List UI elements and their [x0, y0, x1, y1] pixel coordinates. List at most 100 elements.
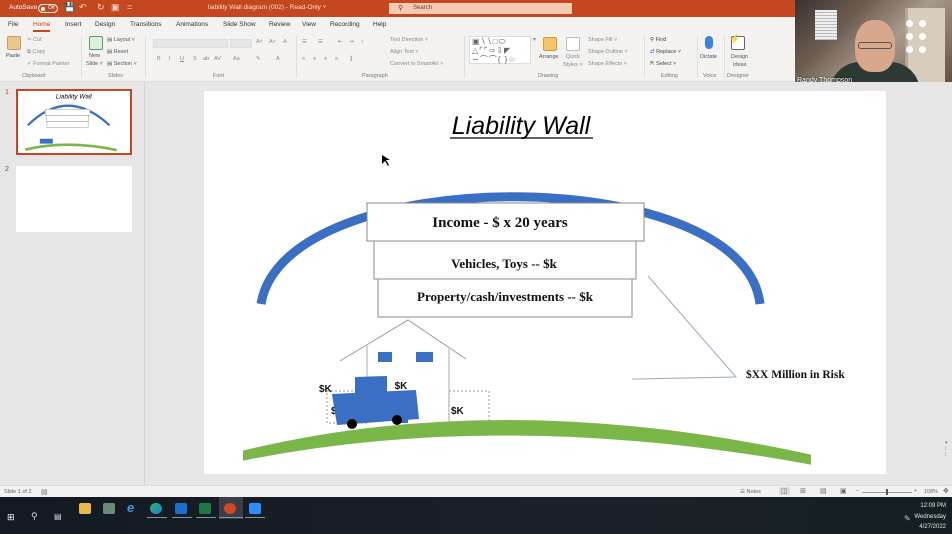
shadow-button[interactable]: ab [203, 56, 209, 62]
file-explorer-icon[interactable] [79, 503, 91, 514]
shape-effects-button[interactable]: Shape Effects ˅ [588, 61, 627, 67]
slide-thumbnail-2[interactable] [16, 166, 132, 232]
font-color-icon[interactable]: A [276, 56, 280, 62]
outlook-icon[interactable] [175, 503, 187, 514]
copy-button[interactable]: ⧉ Copy [27, 49, 45, 56]
clock-date[interactable]: 4/27/2022 [919, 524, 946, 530]
slideshow-view-icon[interactable]: ▣ [840, 487, 847, 495]
layout-button[interactable]: ▤ Layout ˅ [107, 37, 135, 43]
design-ideas-button[interactable]: Design [731, 54, 748, 60]
zoom-in-button[interactable]: + [914, 488, 917, 494]
accessibility-icon[interactable]: ▤ [41, 488, 48, 496]
windows-start-icon[interactable]: ⊞ [7, 512, 15, 523]
tab-help[interactable]: Help [373, 21, 386, 28]
fit-to-window-icon[interactable]: ✥ [943, 487, 949, 495]
highlight-icon[interactable]: ✎ [256, 56, 261, 62]
shape-fill-button[interactable]: Shape Fill ˅ [588, 37, 617, 43]
bullets-icon[interactable]: ☰ [302, 39, 307, 45]
present-icon[interactable]: ▣ [111, 2, 120, 13]
clear-formatting-button[interactable]: A [283, 39, 287, 45]
arrange-button[interactable]: Arrange [539, 54, 559, 60]
tab-slide-show[interactable]: Slide Show [223, 21, 256, 28]
decrease-indent-icon[interactable]: ⇤ [338, 39, 343, 45]
text-direction-button[interactable]: Text Direction ˅ [390, 37, 428, 43]
new-slide-icon[interactable] [89, 36, 103, 50]
excel-icon[interactable] [199, 503, 211, 514]
paste-icon[interactable] [7, 36, 21, 50]
tab-design[interactable]: Design [95, 21, 115, 28]
numbering-icon[interactable]: ☰ [318, 39, 323, 45]
font-family-select[interactable] [153, 39, 228, 48]
slide-editor[interactable]: Liability Wall Income - $ x 20 years Veh… [204, 91, 886, 474]
gallery-more-icon[interactable]: ▾ [533, 36, 536, 43]
tab-recording[interactable]: Recording [330, 21, 360, 28]
align-left-icon[interactable]: ≡ [302, 56, 305, 62]
search-input[interactable]: ⚲ Search [389, 3, 572, 14]
quick-styles-button[interactable]: Quick [566, 54, 580, 60]
dictate-button[interactable]: Dictate [700, 54, 717, 60]
customize-toolbar-icon[interactable]: = [127, 2, 132, 12]
shape-outline-button[interactable]: Shape Outline ˅ [588, 49, 628, 55]
design-ideas-button-line2[interactable]: Ideas [733, 62, 746, 68]
edge-icon[interactable] [150, 503, 162, 514]
align-center-icon[interactable]: ≡ [313, 56, 316, 62]
app-icon[interactable] [103, 503, 115, 514]
columns-icon[interactable]: ∥ [350, 56, 353, 62]
change-case-button[interactable]: Aa [233, 56, 240, 62]
tab-review[interactable]: Review [269, 21, 290, 28]
bold-button[interactable]: B [157, 56, 161, 62]
redo-icon[interactable]: ↻ [97, 2, 105, 13]
tab-insert[interactable]: Insert [65, 21, 81, 28]
tab-view[interactable]: View [302, 21, 316, 28]
tab-transitions[interactable]: Transitions [130, 21, 162, 28]
clock-time[interactable]: 12:09 PM [920, 503, 946, 509]
strikethrough-button[interactable]: S [193, 56, 197, 62]
tab-animations[interactable]: Animations [176, 21, 208, 28]
pen-icon[interactable]: ✎ [904, 514, 911, 523]
autosave-toggle[interactable]: Off [38, 4, 58, 13]
shapes-gallery[interactable]: ▣∖∖□⬭ △⌜⌜⇨⇩◤ ∽⌒⌒{ }☆ [469, 36, 531, 64]
quick-styles-dropdown[interactable]: Styles ˅ [563, 62, 583, 68]
search-taskbar-icon[interactable]: ⚲ [31, 511, 38, 522]
reading-view-icon[interactable]: ▤ [820, 487, 827, 495]
align-text-button[interactable]: Align Text ˅ [390, 49, 419, 55]
line-spacing-icon[interactable]: ↕ [361, 39, 364, 45]
design-ideas-icon[interactable]: ⚡ [729, 34, 745, 50]
convert-smartart-button[interactable]: Convert to SmartArt ˅ [390, 61, 443, 67]
powerpoint-icon[interactable] [224, 503, 236, 514]
cut-button[interactable]: ✂ Cut [27, 37, 42, 43]
clock-day[interactable]: Wednesday [914, 514, 946, 520]
section-button[interactable]: ▤ Section ˅ [107, 61, 137, 67]
new-slide-button[interactable]: New [89, 53, 100, 59]
zoom-slider-thumb[interactable] [886, 489, 888, 495]
format-painter-button[interactable]: ✓ Format Painter [27, 61, 70, 67]
italic-button[interactable]: I [169, 56, 171, 62]
zoom-out-button[interactable]: − [856, 488, 859, 494]
align-right-icon[interactable]: ≡ [324, 56, 327, 62]
tab-file[interactable]: File [8, 21, 18, 28]
quick-styles-icon[interactable] [566, 37, 580, 51]
grow-font-button[interactable]: A˄ [256, 39, 263, 45]
shrink-font-button[interactable]: A˅ [269, 39, 276, 45]
arrange-icon[interactable] [543, 37, 557, 51]
save-icon[interactable]: 💾 [64, 2, 75, 13]
microphone-icon[interactable] [705, 36, 713, 49]
slide-thumbnail-1[interactable]: Liability Wall [16, 89, 132, 155]
vertical-scrollbar[interactable]: ▾ ⁞ ⁞ [945, 440, 952, 485]
find-button[interactable]: ⚲ Find [650, 37, 666, 43]
character-spacing-button[interactable]: AV [214, 56, 221, 62]
notes-button[interactable]: ☰ Notes [740, 489, 761, 495]
task-view-icon[interactable]: ▤ [54, 512, 62, 521]
zoom-level[interactable]: 108% [924, 489, 938, 495]
reset-button[interactable]: ▤ Reset [107, 49, 128, 55]
select-button[interactable]: ⇱ Select ˅ [650, 61, 676, 67]
new-slide-dropdown[interactable]: Slide ˅ [86, 61, 103, 67]
font-size-select[interactable] [230, 39, 252, 48]
internet-explorer-icon[interactable]: e [127, 500, 134, 515]
normal-view-icon[interactable]: ◫ [779, 487, 790, 495]
underline-button[interactable]: U [180, 56, 184, 62]
paste-button[interactable]: Paste [6, 53, 20, 59]
undo-icon[interactable]: ↶ [79, 2, 87, 13]
zoom-app-icon[interactable] [249, 503, 261, 514]
justify-icon[interactable]: ≡ [335, 56, 338, 62]
